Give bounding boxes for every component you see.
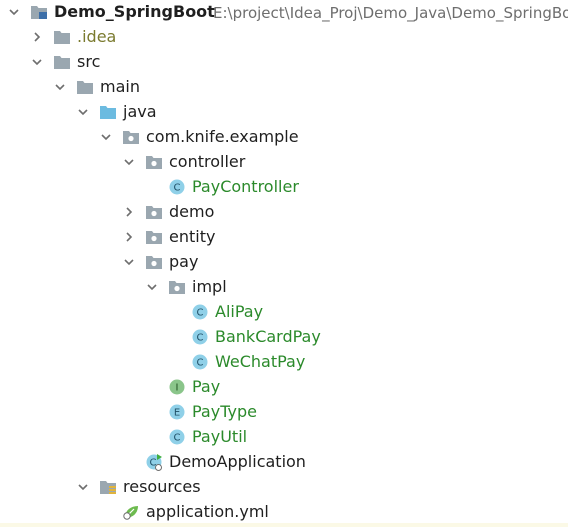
chevron-down-icon[interactable] [100,131,112,143]
package-folder-icon [146,231,162,244]
tree-row-ali-pay[interactable]: C AliPay [0,300,568,325]
chevron-down-icon[interactable] [77,481,89,493]
package-folder-icon [146,256,162,269]
tree-row-bank-card-pay[interactable]: C BankCardPay [0,325,568,350]
tree-row-pay-interface[interactable]: I Pay [0,375,568,400]
package-pay-label: pay [169,252,199,271]
tree-row-pay-controller[interactable]: C PayController [0,175,568,200]
tree-row-pay-util[interactable]: C PayUtil [0,425,568,450]
folder-idea-label: .idea [77,27,117,46]
spring-boot-application-class-icon: C [146,454,162,471]
folder-src-label: src [77,52,101,71]
spring-config-file-icon [123,506,138,520]
folder-resources-label: resources [123,477,201,496]
folder-icon [77,81,93,94]
svg-text:C: C [197,358,204,369]
tree-row-src[interactable]: src [0,50,568,75]
project-tree: Demo_SpringBoot E:\project\Idea_Proj\Dem… [0,0,568,527]
svg-text:C: C [174,433,181,444]
svg-text:C: C [197,308,204,319]
tree-row-pay-type[interactable]: E PayType [0,400,568,425]
class-ali-pay-label: AliPay [215,302,264,321]
chevron-down-icon[interactable] [77,106,89,118]
tree-row-package[interactable]: com.knife.example [0,125,568,150]
project-path: E:\project\Idea_Proj\Demo_Java\Demo_Spri… [213,4,568,22]
file-application-yml-label: application.yml [146,502,269,521]
package-label: com.knife.example [146,127,299,146]
chevron-down-icon[interactable] [123,156,135,168]
java-class-icon: C [192,354,208,370]
package-folder-icon [123,131,139,144]
svg-text:I: I [176,383,179,394]
package-entity-label: entity [169,227,216,246]
chevron-down-icon[interactable] [8,6,20,18]
tree-row-impl[interactable]: impl [0,275,568,300]
tree-row-demo-application[interactable]: C DemoApplication [0,450,568,475]
java-class-icon: C [192,329,208,345]
source-folder-icon [100,106,116,119]
java-class-icon: C [192,304,208,320]
package-impl-label: impl [192,277,227,296]
chevron-down-icon[interactable] [123,256,135,268]
class-pay-util-label: PayUtil [192,427,248,446]
tree-row-controller[interactable]: controller [0,150,568,175]
class-demo-application-label: DemoApplication [169,452,306,471]
java-interface-icon: I [169,379,185,395]
folder-java-label: java [123,102,157,121]
chevron-right-icon[interactable] [123,231,135,243]
chevron-right-icon[interactable] [31,31,43,43]
chevron-down-icon[interactable] [146,281,158,293]
svg-text:C: C [197,333,204,344]
tree-row-wechat-pay[interactable]: C WeChatPay [0,350,568,375]
class-wechat-pay-label: WeChatPay [215,352,306,371]
bottom-highlight-strip [0,523,568,527]
module-folder-icon [31,6,47,19]
tree-row-main[interactable]: main [0,75,568,100]
interface-pay-label: Pay [192,377,221,396]
tree-row-idea[interactable]: .idea [0,25,568,50]
resources-folder-icon [100,481,116,494]
package-folder-icon [146,206,162,219]
java-class-icon: C [169,179,185,195]
class-bank-card-pay-label: BankCardPay [215,327,321,346]
java-enum-icon: E [169,404,185,420]
tree-row-java[interactable]: java [0,100,568,125]
class-pay-controller-label: PayController [192,177,299,196]
folder-main-label: main [100,77,140,96]
package-folder-icon [169,281,185,294]
chevron-down-icon[interactable] [54,81,66,93]
chevron-down-icon[interactable] [31,56,43,68]
svg-text:E: E [174,408,180,419]
tree-row-entity[interactable]: entity [0,225,568,250]
project-name: Demo_SpringBoot [54,2,215,21]
svg-text:C: C [174,183,181,194]
enum-pay-type-label: PayType [192,402,257,421]
tree-row-pay[interactable]: pay [0,250,568,275]
package-controller-label: controller [169,152,246,171]
folder-icon [54,56,70,69]
tree-row-demo[interactable]: demo [0,200,568,225]
java-class-icon: C [169,429,185,445]
tree-row-resources[interactable]: resources [0,475,568,500]
tree-row-project-root[interactable]: Demo_SpringBoot E:\project\Idea_Proj\Dem… [0,0,568,25]
package-folder-icon [146,156,162,169]
folder-icon [54,31,70,44]
package-demo-label: demo [169,202,215,221]
chevron-right-icon[interactable] [123,206,135,218]
tree-row-application-yml[interactable]: application.yml [0,500,568,525]
